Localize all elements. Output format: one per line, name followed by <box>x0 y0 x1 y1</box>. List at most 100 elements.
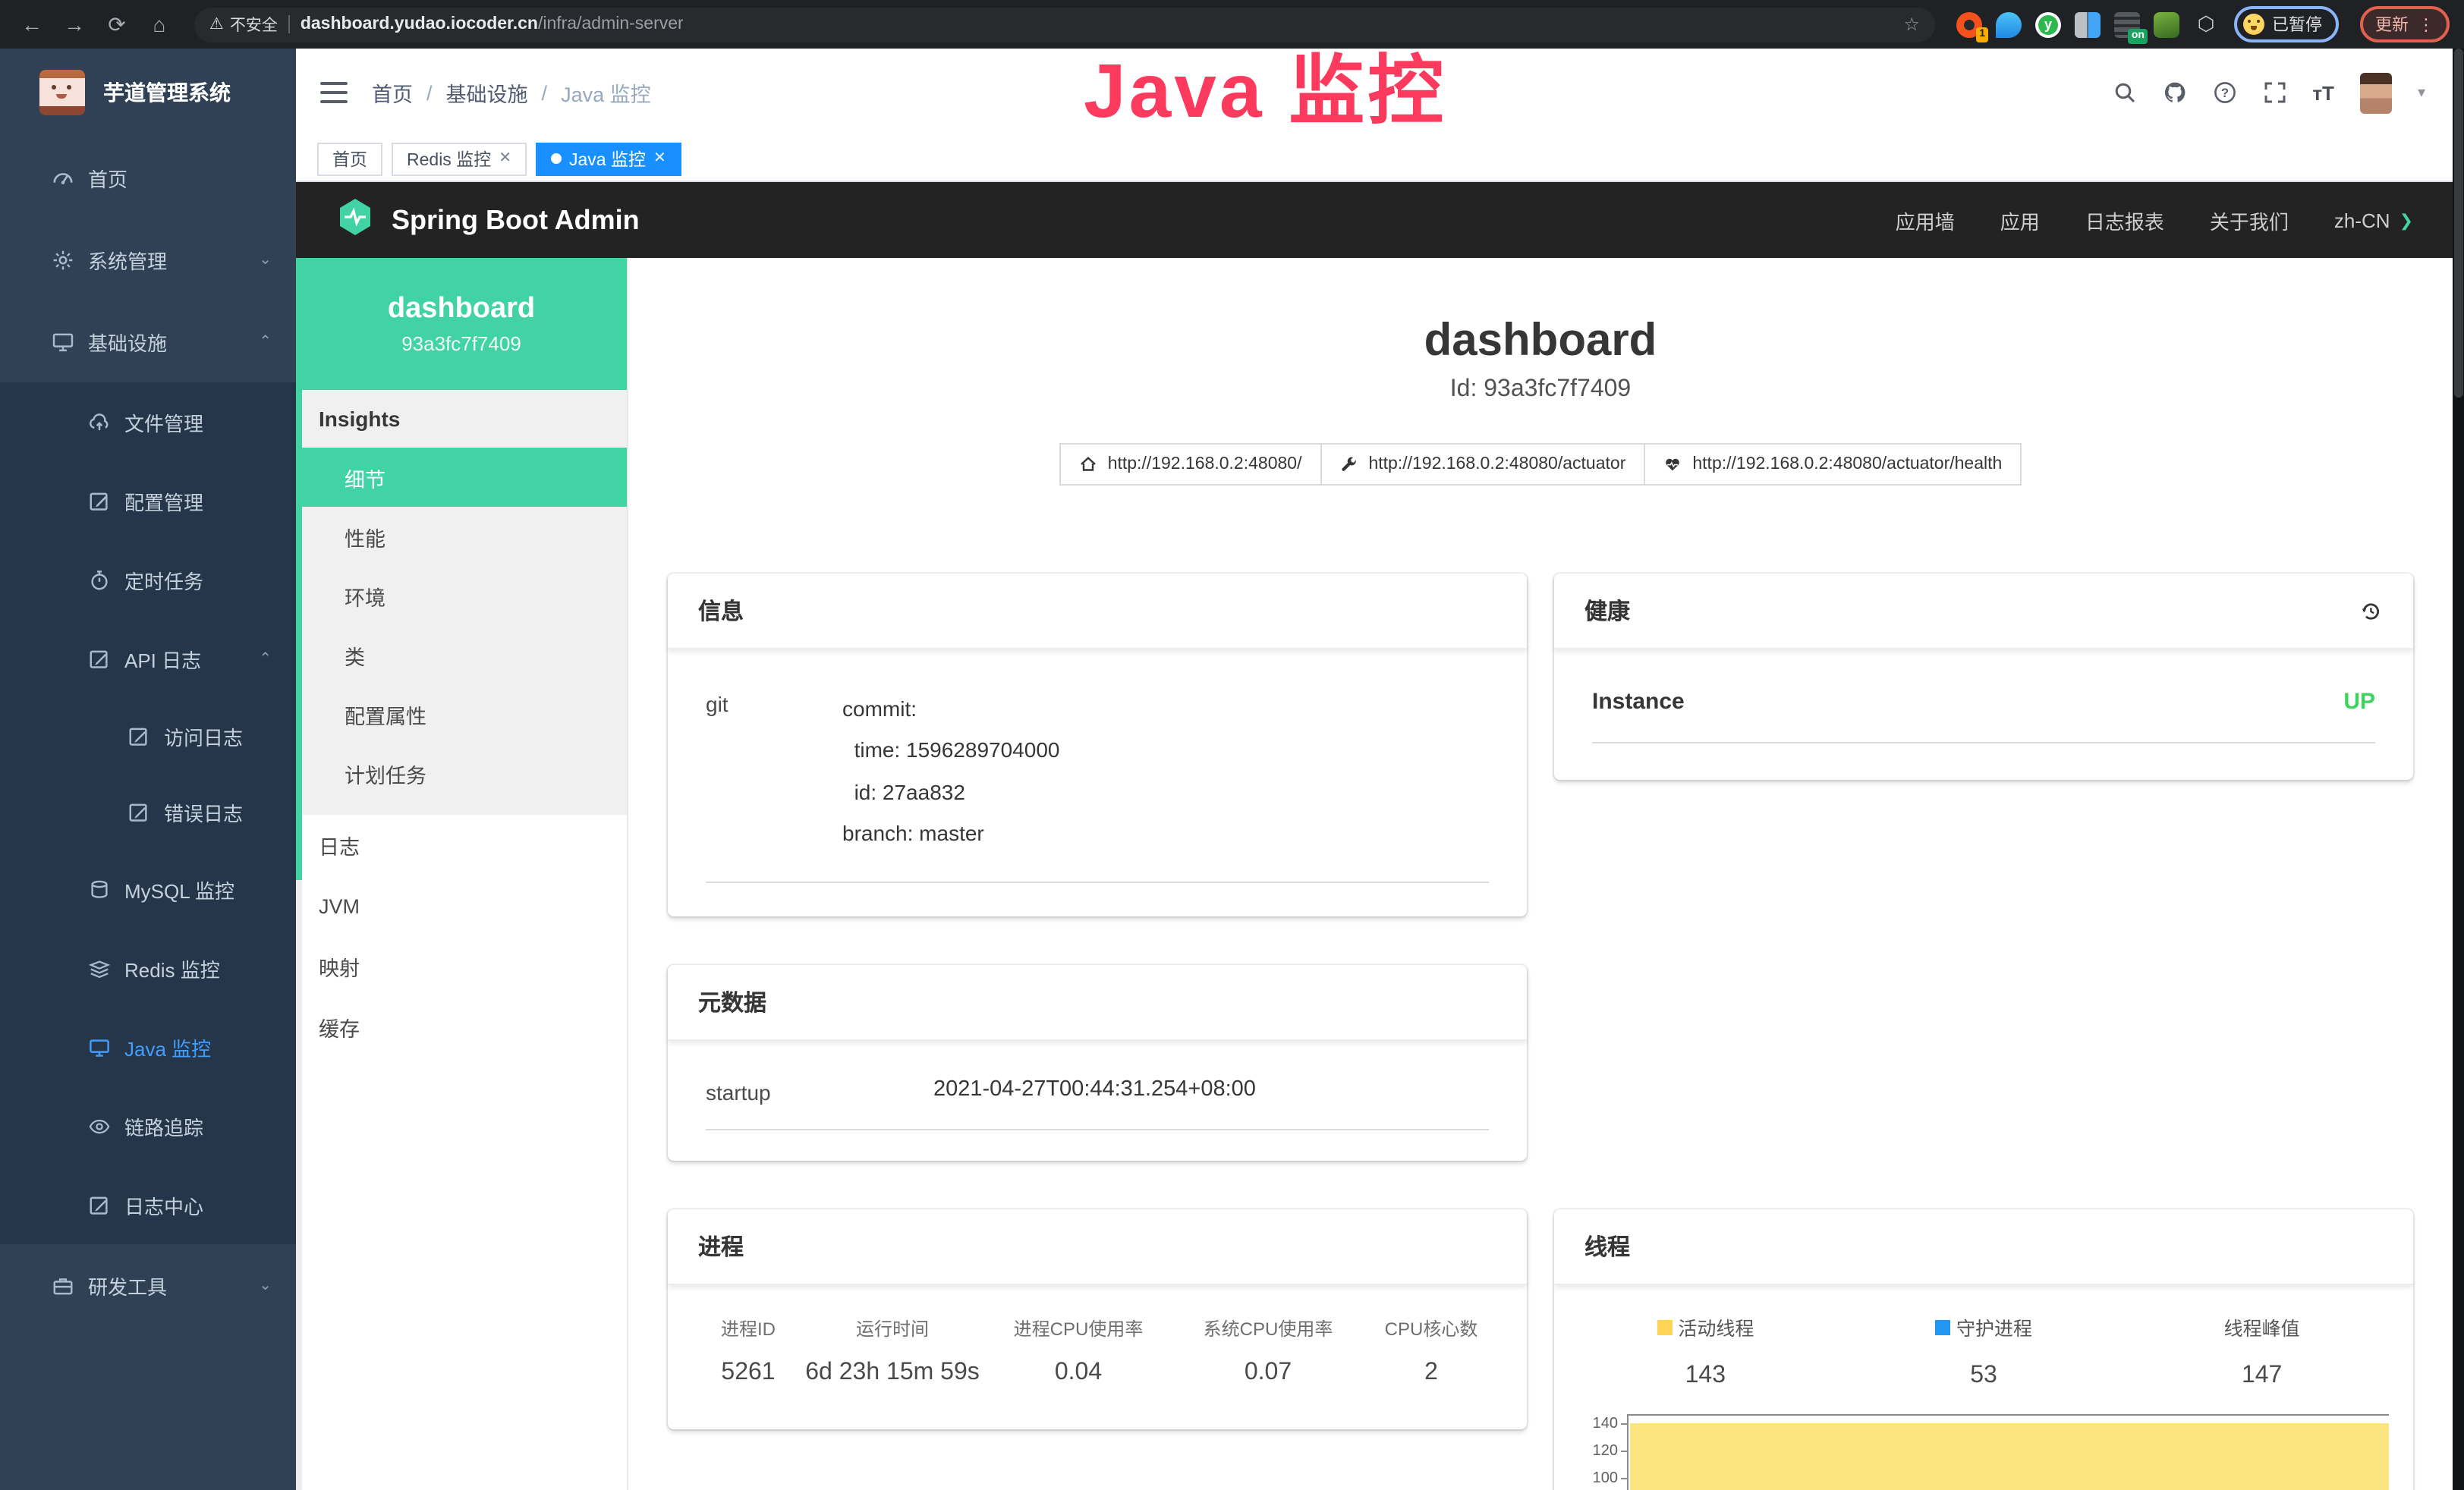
sba-sidebar-item-details[interactable]: 细节 <box>296 448 627 507</box>
extension-icon-green-y[interactable]: y <box>2035 11 2061 37</box>
github-icon[interactable] <box>2162 80 2186 105</box>
cell-value: 2 <box>1363 1360 1499 1387</box>
sidebar-item-file-mgmt[interactable]: 文件管理 <box>0 382 296 461</box>
fullscreen-icon[interactable] <box>2262 80 2286 105</box>
scrollbar-thumb[interactable] <box>2454 49 2463 398</box>
sidebar-item-mysql-monitor[interactable]: MySQL 监控 <box>0 850 296 929</box>
tab-java-monitor[interactable]: Java 监控 ✕ <box>536 142 681 175</box>
sidebar-item-error-log[interactable]: 错误日志 <box>0 774 296 850</box>
user-avatar[interactable] <box>2360 72 2392 113</box>
history-icon[interactable] <box>2359 599 2383 623</box>
sidebar-item-home[interactable]: 首页 <box>0 137 296 218</box>
search-icon[interactable] <box>2112 80 2136 105</box>
extension-icon-leaf[interactable] <box>2154 11 2179 37</box>
sidebar-item-dev-tools[interactable]: 研发工具 ⌄ <box>0 1244 296 1326</box>
tab-redis-monitor[interactable]: Redis 监控 ✕ <box>392 142 527 175</box>
sba-brand[interactable]: Spring Boot Admin <box>335 196 640 244</box>
threads-card: 线程 活动线程 143 守护进程 53 <box>1554 1209 2413 1490</box>
sidebar-item-infra[interactable]: 基础设施 ⌃ <box>0 300 296 382</box>
sba-sidebar-item-classes[interactable]: 类 <box>296 625 627 684</box>
extension-icon-grid[interactable] <box>2075 11 2101 37</box>
service-url-button[interactable]: http://192.168.0.2:48080/ <box>1059 443 1322 486</box>
sidebar-item-redis-monitor[interactable]: Redis 监控 <box>0 929 296 1007</box>
column-header: 系统CPU使用率 <box>1173 1316 1363 1341</box>
health-url: http://192.168.0.2:48080/actuator/health <box>1692 455 2002 473</box>
sidebar-item-tracing[interactable]: 链路追踪 <box>0 1086 296 1165</box>
sba-nav-wall[interactable]: 应用墙 <box>1896 206 1955 234</box>
profile-avatar-emoji <box>2243 14 2264 35</box>
font-size-icon[interactable]: тT <box>2312 81 2334 104</box>
sba-sidebar-item-jvm[interactable]: JVM <box>296 875 627 936</box>
breadcrumb: 首页 / 基础设施 / Java 监控 <box>372 77 651 108</box>
sidebar-item-scheduled-jobs[interactable]: 定时任务 <box>0 540 296 619</box>
info-row-value: commit: time: 1596289704000 id: 27aa832 … <box>842 689 1059 854</box>
sidebar-item-label: 定时任务 <box>124 565 203 594</box>
sba-sidebar-item-caches[interactable]: 缓存 <box>296 997 627 1058</box>
sba-sidebar: dashboard 93a3fc7f7409 Insights 细节 性能 环境… <box>296 258 628 1490</box>
sidebar-item-access-log[interactable]: 访问日志 <box>0 698 296 774</box>
close-icon[interactable]: ✕ <box>499 150 511 167</box>
column-header: 进程CPU使用率 <box>983 1316 1173 1341</box>
sba-sidebar-item-environment[interactable]: 环境 <box>296 566 627 625</box>
health-instance-row: Instance UP <box>1592 649 2375 743</box>
cloud-upload-icon <box>88 410 111 433</box>
app-logo-row[interactable]: 芋道管理系统 <box>0 49 296 137</box>
sba-sidebar-item-logs[interactable]: 日志 <box>296 815 627 875</box>
health-url-button[interactable]: http://192.168.0.2:48080/actuator/health <box>1645 443 2022 486</box>
forward-icon[interactable]: → <box>58 8 91 41</box>
sidebar-item-config-mgmt[interactable]: 配置管理 <box>0 461 296 540</box>
sba-nav-about[interactable]: 关于我们 <box>2210 206 2289 234</box>
edit-square-icon <box>88 1193 111 1216</box>
extensions-row: 1 y on ⬡ <box>1956 11 2219 37</box>
help-icon[interactable]: ? <box>2212 80 2236 105</box>
extension-icon-rows[interactable]: on <box>2114 11 2140 37</box>
sba-nav-journal[interactable]: 日志报表 <box>2085 206 2164 234</box>
sidebar-scrollbar-thumb[interactable] <box>296 258 302 880</box>
eye-icon <box>88 1114 111 1137</box>
sidebar-item-api-log[interactable]: API 日志 ⌃ <box>0 619 296 698</box>
close-icon[interactable]: ✕ <box>653 150 666 167</box>
tab-home[interactable]: 首页 <box>317 142 382 175</box>
instance-links: http://192.168.0.2:48080/ http://192.168… <box>628 443 2453 486</box>
breadcrumb-section[interactable]: 基础设施 <box>446 77 528 108</box>
sba-sidebar-item-scheduled-tasks[interactable]: 计划任务 <box>296 743 627 803</box>
sidebar-item-log-center[interactable]: 日志中心 <box>0 1165 296 1244</box>
sba-sidebar-item-mappings[interactable]: 映射 <box>296 936 627 997</box>
tab-label: Redis 监控 <box>407 146 491 171</box>
url-text[interactable]: dashboard.yudao.iocoder.cn/infra/admin-s… <box>301 15 684 33</box>
sba-nav-applications[interactable]: 应用 <box>2000 206 2040 234</box>
instance-header[interactable]: dashboard 93a3fc7f7409 <box>296 258 627 390</box>
metadata-startup-row: startup 2021-04-27T00:44:31.254+08:00 <box>706 1041 1489 1130</box>
extension-icon-orange[interactable]: 1 <box>1956 11 1982 37</box>
sidebar-item-label: 文件管理 <box>124 407 203 436</box>
paused-label: 已暂停 <box>2272 12 2322 36</box>
legend-value: 147 <box>2123 1363 2401 1390</box>
tab-label: Java 监控 <box>569 146 646 171</box>
sba-nav: 应用墙 应用 日志报表 关于我们 zh-CN ❯ <box>1896 206 2413 234</box>
not-secure-warning[interactable]: ⚠ 不安全 <box>209 13 278 36</box>
address-bar[interactable]: ⚠ 不安全 dashboard.yudao.iocoder.cn/infra/a… <box>194 7 1935 42</box>
home-icon[interactable]: ⌂ <box>143 8 176 41</box>
sidebar-collapse-icon[interactable] <box>320 82 348 103</box>
extensions-puzzle-icon[interactable]: ⬡ <box>2193 11 2219 37</box>
sba-brand-title: Spring Boot Admin <box>392 204 640 236</box>
browser-menu-icon[interactable]: ⋮ <box>2418 14 2434 34</box>
sba-locale-select[interactable]: zh-CN ❯ <box>2334 209 2413 231</box>
sidebar-item-java-monitor[interactable]: Java 监控 <box>0 1007 296 1086</box>
actuator-url-button[interactable]: http://192.168.0.2:48080/actuator <box>1321 443 1645 486</box>
monitor-icon <box>52 330 74 353</box>
user-menu-caret-icon[interactable]: ▾ <box>2418 84 2425 101</box>
browser-scrollbar[interactable] <box>2453 49 2464 1490</box>
chevron-down-icon: ⌄ <box>259 251 272 268</box>
sba-sidebar-item-config-props[interactable]: 配置属性 <box>296 684 627 743</box>
sidebar-item-system[interactable]: 系统管理 ⌄ <box>0 218 296 300</box>
process-col-proc-cpu: 进程CPU使用率 0.04 <box>983 1316 1173 1387</box>
breadcrumb-home[interactable]: 首页 <box>372 77 413 108</box>
browser-update-button[interactable]: 更新 ⋮ <box>2360 6 2450 42</box>
bookmark-star-icon[interactable]: ☆ <box>1903 14 1920 35</box>
back-icon[interactable]: ← <box>15 8 49 41</box>
sba-sidebar-item-metrics[interactable]: 性能 <box>296 507 627 566</box>
reload-icon[interactable]: ⟳ <box>100 8 134 41</box>
profile-paused-chip[interactable]: 已暂停 <box>2234 6 2339 42</box>
extension-icon-pin[interactable] <box>1996 11 2022 37</box>
